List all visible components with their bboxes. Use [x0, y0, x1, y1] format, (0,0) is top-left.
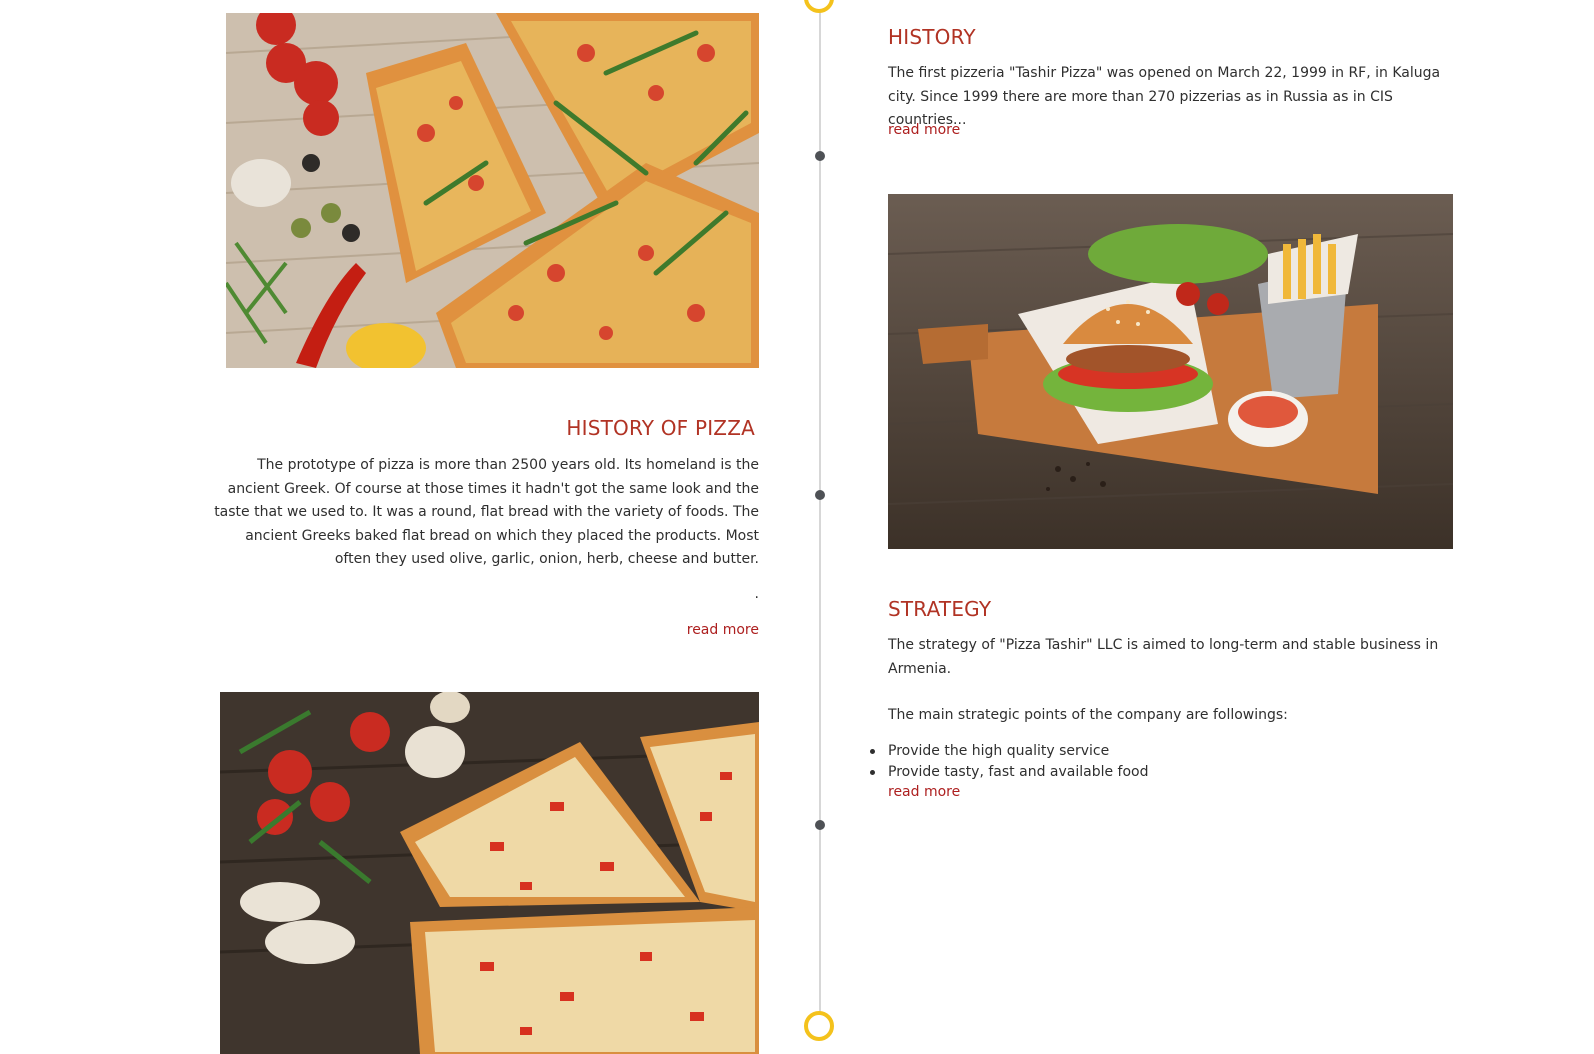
history-of-pizza-text: The prototype of pizza is more than 2500…	[214, 457, 759, 567]
list-item: Provide the high quality service	[870, 741, 1448, 762]
list-item-text: Provide the high quality service	[888, 743, 1110, 759]
timeline-dot	[815, 151, 825, 161]
pizza-slices-photo	[226, 13, 759, 368]
history-of-pizza-dot: .	[754, 586, 759, 602]
timeline-dot	[815, 820, 825, 830]
history-read-more-link[interactable]: read more	[888, 122, 960, 138]
list-item-text: Provide tasty, fast and available food	[888, 764, 1149, 780]
strategy-points-list: Provide the high quality service Provide…	[870, 741, 1448, 783]
list-item: Provide tasty, fast and available food	[870, 762, 1448, 783]
cheese-pizza-photo	[220, 692, 759, 1054]
history-of-pizza-read-more-link[interactable]: read more	[659, 622, 759, 638]
timeline-dot	[815, 490, 825, 500]
bullet-icon	[870, 770, 875, 775]
timeline-ring-top	[804, 0, 834, 13]
burger-and-fries-photo	[888, 194, 1453, 549]
strategy-text: The strategy of "Pizza Tashir" LLC is ai…	[888, 637, 1439, 677]
timeline-ring-bottom	[804, 1011, 834, 1041]
strategy-read-more-link[interactable]: read more	[888, 784, 960, 800]
bullet-icon	[870, 749, 875, 754]
strategy-title: STRATEGY	[888, 597, 992, 621]
history-title: HISTORY	[888, 25, 976, 49]
history-text: The first pizzeria "Tashir Pizza" was op…	[888, 65, 1441, 128]
strategy-points-intro: The main strategic points of the company…	[888, 707, 1288, 723]
history-of-pizza-title: HISTORY OF PIZZA	[566, 416, 755, 440]
